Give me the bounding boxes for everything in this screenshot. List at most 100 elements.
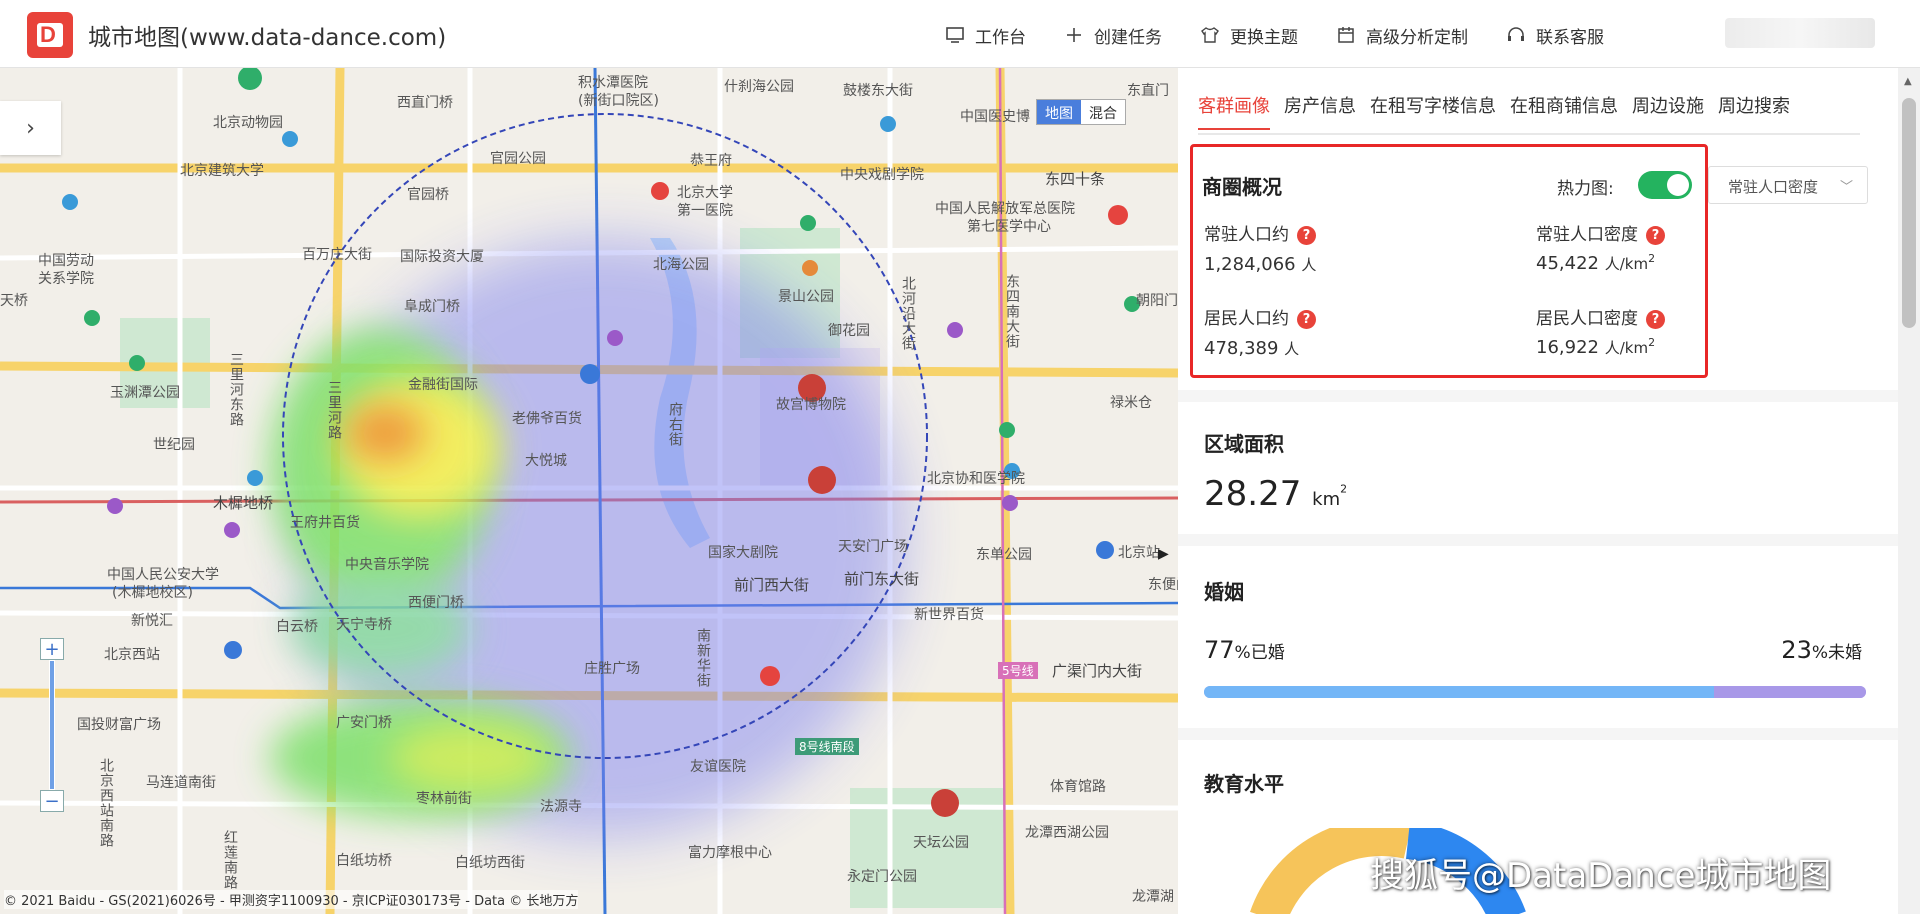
- heatmap-metric-select[interactable]: 常驻人口密度 ﹀: [1708, 166, 1868, 204]
- map-label: 北京大学: [677, 185, 733, 201]
- select-value: 常驻人口密度: [1728, 178, 1819, 196]
- map-label: 西便门桥: [408, 595, 464, 611]
- map-mode-button[interactable]: 地图: [1037, 100, 1081, 124]
- map-label: 白云桥: [276, 619, 318, 635]
- map-label: 北京建筑大学: [180, 163, 264, 179]
- map-label: 天安门广场: [838, 539, 908, 555]
- user-avatar-area[interactable]: [1725, 18, 1875, 48]
- map-label: 友谊医院: [690, 759, 746, 775]
- map-label: 金融街国际: [408, 377, 478, 393]
- map-label: 红莲南路: [222, 830, 238, 890]
- expand-panel-button[interactable]: ›: [0, 101, 61, 155]
- stat-unit-sup: 2: [1648, 252, 1656, 265]
- married-bar-fill: [1204, 686, 1714, 698]
- collapse-panel-icon[interactable]: ▶: [1158, 546, 1169, 562]
- map-label: 广渠门内大街: [1052, 662, 1143, 680]
- zoom-out-button[interactable]: −: [40, 790, 64, 812]
- map-label: 御花园: [828, 323, 870, 339]
- nav-workbench[interactable]: 工作台: [945, 23, 1026, 48]
- plus-icon: [1067, 28, 1081, 42]
- map-label: 恭王府: [690, 153, 732, 169]
- map-label: 北河沿大街: [900, 276, 916, 351]
- map-label: 前门东大街: [844, 570, 920, 588]
- nav-change-theme[interactable]: 更换主题: [1200, 23, 1298, 48]
- area-value: 28.27 km2: [1204, 474, 1347, 514]
- living-pop-label: 居民人口约?: [1204, 304, 1316, 329]
- overview-title: 商圈概况: [1202, 175, 1282, 199]
- zoom-slider[interactable]: [49, 660, 55, 790]
- panel-scrollbar[interactable]: ▲: [1898, 68, 1920, 914]
- map-label: 东直门: [1127, 83, 1169, 99]
- map-label: 鼓楼东大街: [843, 83, 913, 99]
- map-label: 北海公园: [653, 257, 709, 273]
- map-label: 西直门桥: [397, 95, 453, 111]
- map-label: 王府井百货: [290, 515, 360, 531]
- heatmap-toggle[interactable]: [1638, 171, 1692, 199]
- help-icon[interactable]: ?: [1646, 226, 1665, 245]
- map-label: 官园桥: [407, 187, 449, 203]
- map-label: 北京动物园: [213, 115, 283, 131]
- tab-customer-profile[interactable]: 客群画像: [1198, 92, 1270, 130]
- map-label: 大悦城: [525, 453, 567, 469]
- map-label: 关系学院: [38, 271, 94, 287]
- scroll-up-icon[interactable]: ▲: [1904, 76, 1912, 87]
- chevron-down-icon: ﹀: [1839, 180, 1853, 195]
- map-canvas[interactable]: › 地图 混合 西直门桥 积水潭医院 (新街口院区) 什刹海公园 鼓楼东大街 东…: [0, 68, 1178, 914]
- headset-icon: [1508, 27, 1524, 41]
- help-icon[interactable]: ?: [1646, 310, 1665, 329]
- map-label: 东四南大街: [1004, 274, 1020, 349]
- stat-number: 16,922: [1536, 337, 1599, 358]
- map-label: 百万庄大街: [302, 247, 372, 263]
- married-label: %已婚: [1234, 643, 1285, 663]
- map-label: 天桥: [0, 293, 28, 309]
- tab-nearby-search[interactable]: 周边搜索: [1718, 92, 1790, 130]
- map-label: 天坛公园: [913, 835, 969, 851]
- map-label: 老佛爷百货: [512, 411, 582, 427]
- map-label: 故宫博物院: [776, 397, 846, 413]
- map-label: 中国医史博: [960, 109, 1030, 125]
- map-label: 新悦汇: [131, 613, 173, 629]
- help-icon[interactable]: ?: [1297, 310, 1316, 329]
- help-icon[interactable]: ?: [1297, 226, 1316, 245]
- stat-unit: 人/km: [1604, 339, 1649, 357]
- stat-unit: 人/km: [1604, 255, 1649, 273]
- tab-office-rental[interactable]: 在租写字楼信息: [1370, 92, 1496, 130]
- map-label: 国家大剧院: [708, 545, 778, 561]
- brand-title[interactable]: 城市地图(www.data-dance.com): [88, 18, 446, 52]
- nav-advanced-analysis[interactable]: 高级分析定制: [1336, 23, 1468, 48]
- metro-line-label: 8号线南段: [795, 738, 859, 755]
- logo-icon[interactable]: [27, 12, 73, 58]
- nav-create-task[interactable]: 创建任务: [1064, 23, 1162, 48]
- marriage-bar: [1204, 686, 1866, 698]
- panel-tabs: 客群画像 房产信息 在租写字楼信息 在租商铺信息 周边设施 周边搜索: [1198, 92, 1790, 130]
- map-label: 东单公园: [976, 547, 1032, 563]
- unmarried-pct: 23: [1781, 636, 1812, 664]
- map-label: 第七医学中心: [967, 219, 1051, 235]
- tab-nearby-facilities[interactable]: 周边设施: [1632, 92, 1704, 130]
- section-divider: [1178, 390, 1900, 402]
- top-header: 城市地图(www.data-dance.com) 工作台 创建任务 更换主题 高…: [0, 0, 1920, 68]
- nav-label: 高级分析定制: [1366, 27, 1468, 48]
- unmarried-label: %未婚: [1811, 643, 1862, 663]
- map-label: 中央音乐学院: [345, 557, 429, 573]
- mixed-mode-button[interactable]: 混合: [1081, 100, 1125, 124]
- map-label: 景山公园: [778, 289, 834, 305]
- scrollbar-thumb[interactable]: [1902, 98, 1916, 328]
- map-label: 白纸坊西街: [455, 855, 525, 871]
- map-label: 木樨地桥: [213, 494, 274, 512]
- calendar-icon: [1338, 27, 1354, 43]
- map-label: 朝阳门: [1136, 293, 1178, 309]
- stat-unit: 人: [1301, 256, 1317, 274]
- map-label: 庄胜广场: [584, 661, 640, 677]
- zoom-in-button[interactable]: +: [40, 638, 64, 660]
- marriage-title: 婚姻: [1204, 580, 1244, 604]
- tabs-divider: [1198, 133, 1860, 135]
- living-density-value: 16,922 人/km2: [1536, 336, 1655, 358]
- nav-contact-support[interactable]: 联系客服: [1506, 23, 1604, 48]
- tab-property-info[interactable]: 房产信息: [1284, 92, 1356, 130]
- map-label: 中央戏剧学院: [840, 167, 924, 183]
- map-label: 官园公园: [490, 151, 546, 167]
- nav-label: 创建任务: [1094, 27, 1162, 48]
- tab-shop-rental[interactable]: 在租商铺信息: [1510, 92, 1618, 130]
- area-number: 28.27: [1204, 474, 1302, 514]
